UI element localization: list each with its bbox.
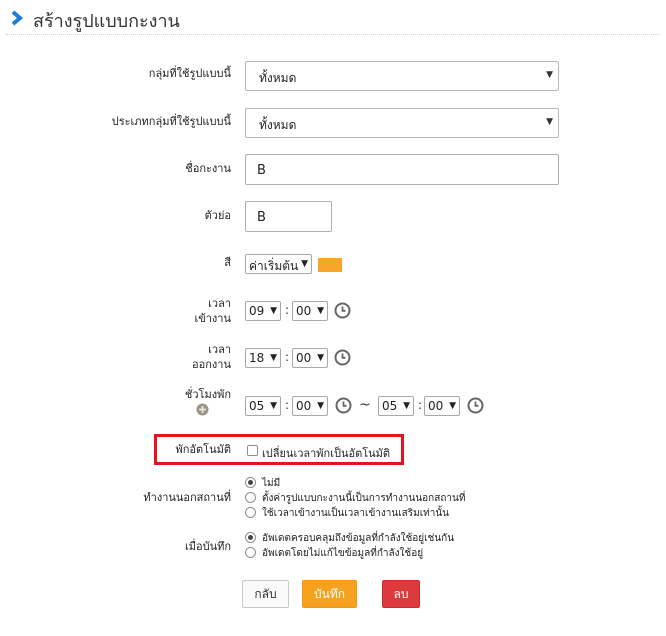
offsite-label: ทำงานนอกสถานที่: [143, 491, 231, 504]
shift-name-label: ชื่อกะงาน: [185, 162, 231, 175]
start-minute-select[interactable]: 00 ▼: [292, 301, 328, 321]
back-button[interactable]: กลับ: [242, 580, 289, 608]
time-colon: :: [285, 398, 290, 412]
chevron-down-icon: ▼: [403, 401, 410, 411]
chevron-down-icon: ▼: [317, 353, 324, 363]
time-colon: :: [285, 350, 290, 364]
clock-icon[interactable]: [334, 349, 351, 366]
end-hour-select[interactable]: 18 ▼: [245, 348, 281, 368]
chevron-down-icon: ▼: [301, 259, 308, 269]
break-end-minute-value: 00: [428, 399, 444, 413]
group-type-select-value: ทั้งหมด: [259, 118, 297, 132]
start-time-label-line2: เข้างาน: [194, 312, 231, 325]
start-time-label-line1: เวลา: [208, 297, 231, 310]
on-save-option-label: อัพเดตโดยไม่แก้ไขข้อมูลที่กำลังใช้อยู่: [262, 548, 424, 559]
delete-button[interactable]: ลบ: [382, 580, 420, 608]
chevron-down-icon: ▼: [449, 401, 456, 411]
range-tilde: ~: [359, 397, 371, 413]
start-hour-value: 09: [249, 304, 265, 318]
abbreviation-input[interactable]: B: [245, 201, 332, 232]
chevron-down-icon: ▼: [317, 306, 324, 316]
clock-icon[interactable]: [467, 397, 484, 414]
on-save-label: เมื่อบันทึก: [184, 540, 231, 553]
break-start-hour-select[interactable]: 05 ▼: [245, 396, 281, 416]
break-start-hour-value: 05: [249, 399, 265, 413]
offsite-radio-offsite[interactable]: [245, 492, 256, 503]
color-select-value: ค่าเริ่มต้น: [249, 259, 299, 273]
chevron-down-icon: ▼: [270, 353, 277, 363]
group-type-select[interactable]: ทั้งหมด ▼: [245, 108, 559, 138]
abbreviation-label: ตัวย่อ: [204, 209, 231, 222]
break-end-hour-select[interactable]: 05 ▼: [378, 396, 414, 416]
shift-name-value: B: [257, 163, 266, 178]
clock-icon[interactable]: [335, 397, 352, 414]
end-time-label-line1: เวลา: [208, 343, 231, 356]
break-hours-label: ชั่วโมงพัก: [184, 388, 231, 401]
save-button[interactable]: บันทึก: [302, 580, 357, 608]
chevron-down-icon: ▼: [546, 117, 553, 127]
start-minute-value: 00: [296, 304, 312, 318]
group-label: กลุ่มที่ใช้รูปแบบนี้: [148, 67, 231, 80]
offsite-radio-supplementary[interactable]: [245, 507, 256, 518]
break-end-minute-select[interactable]: 00 ▼: [424, 396, 460, 416]
chevron-down-icon: ▼: [317, 401, 324, 411]
clock-icon[interactable]: [334, 302, 351, 319]
offsite-option-label: ตั้งค่ารูปแบบกะงานนี้เป็นการทำงานนอกสถาน…: [262, 493, 466, 504]
on-save-radio-keep-existing[interactable]: [245, 547, 256, 558]
break-start-minute-value: 00: [296, 399, 312, 413]
on-save-option-label: อัพเดตครอบคลุมถึงข้อมูลที่กำลังใช้อยู่เช…: [262, 533, 455, 544]
offsite-radio-none[interactable]: [245, 477, 256, 488]
start-hour-select[interactable]: 09 ▼: [245, 301, 281, 321]
page-title: สร้างรูปแบบกะงาน: [33, 11, 180, 32]
end-hour-value: 18: [249, 351, 265, 365]
end-minute-select[interactable]: 00 ▼: [292, 348, 328, 368]
shift-name-input[interactable]: B: [245, 154, 559, 185]
group-select-value: ทั้งหมด: [259, 71, 297, 85]
add-break-icon[interactable]: [196, 403, 209, 416]
color-select[interactable]: ค่าเริ่มต้น ▼: [245, 254, 312, 274]
group-select[interactable]: ทั้งหมด ▼: [245, 61, 559, 91]
abbreviation-value: B: [257, 210, 266, 225]
break-end-hour-value: 05: [382, 399, 398, 413]
chevron-down-icon: ▼: [270, 401, 277, 411]
header-divider: [6, 34, 660, 35]
offsite-option-label: ไม่มี: [262, 478, 281, 489]
break-start-minute-select[interactable]: 00 ▼: [292, 396, 328, 416]
chevron-down-icon: ▼: [270, 306, 277, 316]
end-time-label-line2: ออกงาน: [192, 358, 231, 371]
auto-break-checkbox[interactable]: [247, 445, 258, 456]
color-swatch[interactable]: [318, 258, 342, 272]
chevron-right-icon: [11, 10, 24, 26]
page-header: สร้างรูปแบบกะงาน: [0, 0, 666, 36]
auto-break-label: พักอัตโนมัติ: [175, 443, 231, 456]
on-save-radio-update-all[interactable]: [245, 532, 256, 543]
chevron-down-icon: ▼: [546, 70, 553, 80]
color-label: สี: [224, 256, 231, 269]
offsite-option-label: ใช้เวลาเข้างานเป็นเวลาเข้างานเสริมเท่านั…: [262, 508, 450, 519]
auto-break-option-label: เปลี่ยนเวลาพักเป็นอัตโนมัติ: [262, 447, 391, 460]
end-minute-value: 00: [296, 351, 312, 365]
group-type-label: ประเภทกลุ่มที่ใช้รูปแบบนี้: [111, 115, 231, 128]
time-colon: :: [418, 398, 423, 412]
time-colon: :: [285, 303, 290, 317]
